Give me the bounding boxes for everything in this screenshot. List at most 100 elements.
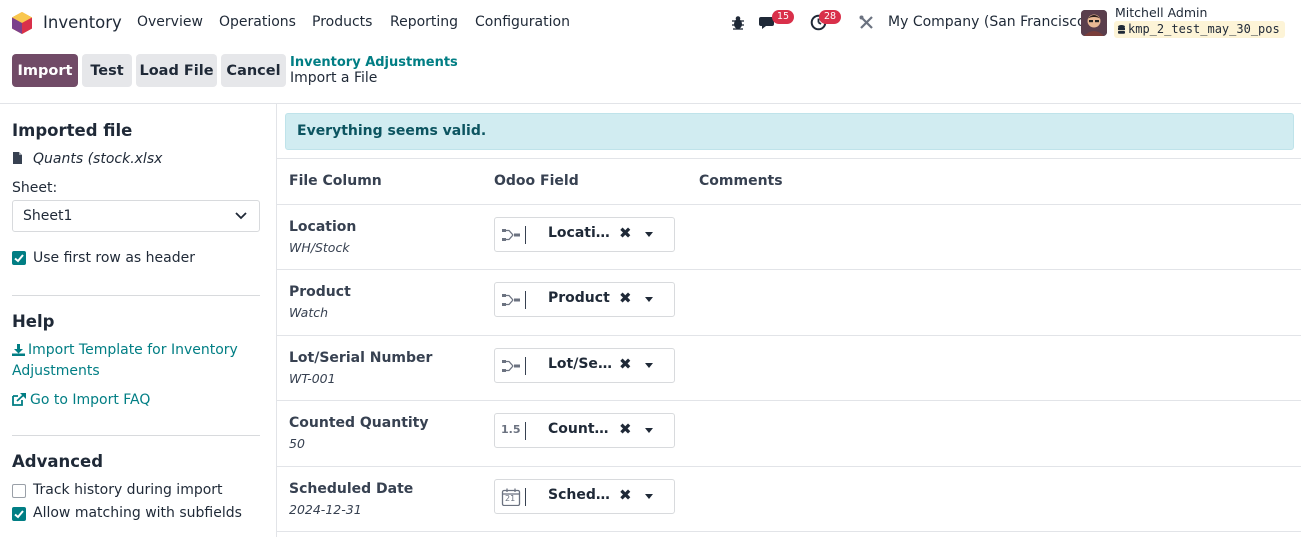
float-icon: 1.5: [501, 423, 521, 436]
row-sample-value: 2024-12-31: [289, 502, 362, 517]
field-divider: [525, 291, 526, 309]
test-button[interactable]: Test: [82, 54, 132, 87]
user-name[interactable]: Mitchell Admin: [1115, 5, 1207, 20]
database-name: kmp_2_test_may_30_pos: [1128, 22, 1280, 36]
field-select[interactable]: Lot/Serial Number ✖: [494, 348, 675, 383]
row-column-name: Product: [289, 284, 351, 300]
table-divider: [277, 158, 1301, 159]
row-column-name: Scheduled Date: [289, 481, 414, 497]
field-divider: [525, 226, 526, 244]
control-panel-divider: [0, 103, 1301, 104]
row-column-name: Lot/Serial Number: [289, 350, 433, 366]
chevron-down-icon: [235, 212, 247, 220]
column-header-file-column: File Column: [289, 173, 382, 189]
column-header-odoo-field: Odoo Field: [494, 173, 579, 189]
import-button[interactable]: Import: [12, 54, 78, 87]
validation-alert: Everything seems valid.: [285, 113, 1294, 150]
sheet-select-value: Sheet1: [23, 208, 73, 224]
checkmark-icon: [14, 510, 24, 519]
database-badge: kmp_2_test_may_30_pos: [1114, 21, 1285, 38]
calendar-icon: 21: [501, 488, 521, 507]
row-sample-value: Watch: [289, 305, 329, 320]
clear-field-icon[interactable]: ✖: [619, 420, 632, 438]
import-template-link[interactable]: Import Template for Inventory: [28, 342, 238, 358]
checkmark-icon: [14, 254, 24, 263]
file-icon: [13, 152, 22, 164]
menu-reporting[interactable]: Reporting: [390, 14, 458, 30]
user-avatar[interactable]: [1081, 10, 1107, 36]
relation-icon: [502, 229, 520, 241]
load-file-button[interactable]: Load File: [136, 54, 217, 87]
imported-file-name: Quants (stock.xlsx: [33, 151, 163, 167]
first-row-header-label[interactable]: Use first row as header: [33, 250, 195, 266]
sidebar-divider: [12, 435, 260, 436]
clear-field-icon[interactable]: ✖: [619, 355, 632, 373]
external-link-icon: [12, 393, 26, 406]
table-divider: [277, 269, 1301, 270]
sidebar-divider: [12, 295, 260, 296]
import-template-link-cont[interactable]: Adjustments: [12, 363, 100, 379]
allow-matching-checkbox[interactable]: [12, 507, 26, 521]
first-row-header-checkbox[interactable]: [12, 251, 26, 265]
advanced-heading: Advanced: [12, 452, 103, 471]
allow-matching-label[interactable]: Allow matching with subfields: [33, 505, 242, 521]
database-icon: [1118, 25, 1125, 34]
menu-operations[interactable]: Operations: [219, 14, 296, 30]
company-switcher[interactable]: My Company (San Francisco): [888, 14, 1091, 30]
caret-down-icon[interactable]: [645, 232, 653, 237]
row-column-name: Location: [289, 219, 357, 235]
messages-badge: 15: [772, 10, 795, 24]
clear-field-icon[interactable]: ✖: [619, 486, 632, 504]
caret-down-icon[interactable]: [645, 363, 653, 368]
bug-icon[interactable]: [731, 15, 745, 30]
sheet-label: Sheet:: [12, 180, 58, 196]
table-divider: [277, 335, 1301, 336]
download-icon: [12, 344, 25, 356]
field-name: Product: [548, 290, 610, 306]
menu-configuration[interactable]: Configuration: [475, 14, 570, 30]
field-select[interactable]: 21 Scheduled Date ✖: [494, 479, 675, 514]
relation-icon: [502, 294, 520, 306]
field-divider: [525, 357, 526, 375]
sheet-select[interactable]: Sheet1: [12, 200, 260, 232]
tools-icon[interactable]: [859, 15, 874, 30]
app-name[interactable]: Inventory: [43, 13, 122, 32]
column-header-comments: Comments: [699, 173, 783, 189]
imported-file-heading: Imported file: [12, 121, 133, 140]
field-name: Counted Quantity: [548, 421, 614, 437]
sidebar-border: [276, 104, 277, 537]
field-name: Location: [548, 225, 614, 241]
activities-badge: 28: [819, 10, 842, 24]
inventory-app-icon[interactable]: [12, 12, 32, 34]
menu-products[interactable]: Products: [312, 14, 372, 30]
field-name: Scheduled Date: [548, 487, 614, 503]
field-divider: [525, 422, 526, 440]
clear-field-icon[interactable]: ✖: [619, 224, 632, 242]
table-divider: [277, 204, 1301, 205]
top-navbar: Inventory Overview Operations Products R…: [0, 0, 1301, 46]
row-sample-value: 50: [289, 436, 305, 451]
breadcrumb-parent[interactable]: Inventory Adjustments: [290, 55, 458, 70]
row-column-name: Counted Quantity: [289, 415, 429, 431]
field-name: Lot/Serial Number: [548, 356, 614, 372]
field-select[interactable]: 1.5 Counted Quantity ✖: [494, 413, 675, 448]
track-history-checkbox[interactable]: [12, 484, 26, 498]
help-heading: Help: [12, 312, 55, 331]
row-sample-value: WT-001: [289, 371, 336, 386]
import-faq-link[interactable]: Go to Import FAQ: [30, 392, 150, 408]
cancel-button[interactable]: Cancel: [221, 54, 286, 87]
field-select[interactable]: Product ✖: [494, 282, 675, 317]
table-divider: [277, 400, 1301, 401]
caret-down-icon[interactable]: [645, 297, 653, 302]
table-divider: [277, 531, 1301, 532]
clear-field-icon[interactable]: ✖: [619, 289, 632, 307]
caret-down-icon[interactable]: [645, 494, 653, 499]
field-divider: [525, 488, 526, 506]
row-sample-value: WH/Stock: [289, 240, 350, 255]
menu-overview[interactable]: Overview: [137, 14, 203, 30]
breadcrumb-current: Import a File: [290, 70, 378, 86]
field-select[interactable]: Location ✖: [494, 217, 675, 252]
track-history-label[interactable]: Track history during import: [33, 482, 223, 498]
caret-down-icon[interactable]: [645, 428, 653, 433]
table-divider: [277, 466, 1301, 467]
